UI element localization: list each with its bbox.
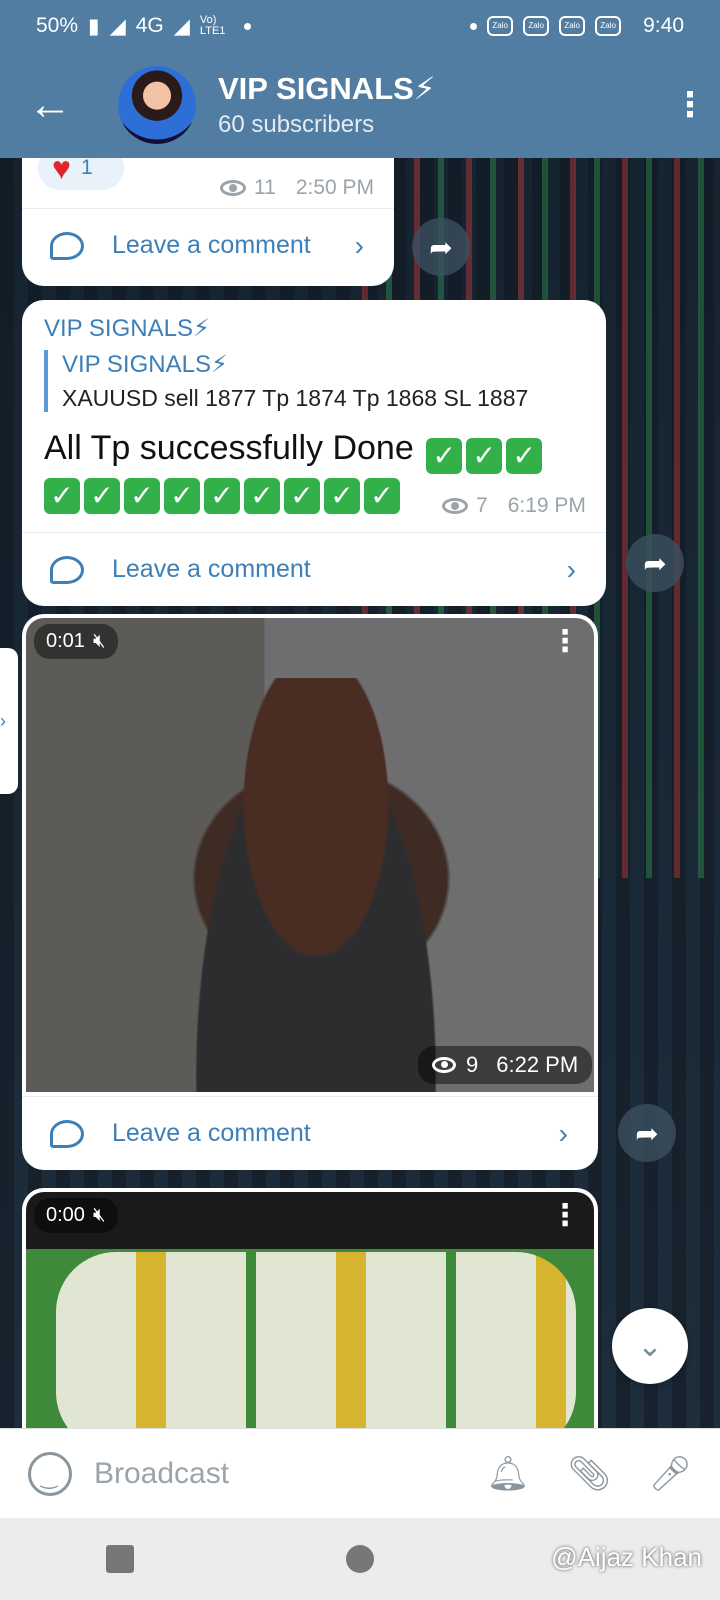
video-meta: 9 6:22 PM — [418, 1046, 593, 1084]
bell-icon[interactable]: 🔔︎ — [486, 1454, 529, 1494]
chevron-right-icon: › — [558, 1117, 568, 1149]
volte-label: Vo) LTE1 — [199, 14, 226, 37]
eye-icon — [432, 1057, 456, 1073]
side-panel-handle[interactable]: › — [0, 648, 18, 794]
reply-quote[interactable]: VIP SIGNALS⚡ XAUUSD sell 1877 Tp 1874 Tp… — [44, 350, 528, 412]
duration-label: 0:00 — [46, 1204, 85, 1226]
video-menu-icon[interactable]: ⋮ — [550, 624, 580, 659]
chat-area[interactable]: ♥ 1 11 2:50 PM Leave a comment › ➦ VIP S… — [0, 158, 720, 1428]
check-emoji-row-1: ✓ ✓ ✓ — [426, 438, 546, 474]
leave-comment-button[interactable]: Leave a comment › — [22, 1096, 598, 1170]
channel-title: VIP SIGNALS⚡ — [218, 71, 436, 106]
comment-label: Leave a comment — [112, 555, 311, 583]
message-meta: 7 6:19 PM — [442, 494, 586, 518]
muted-icon[interactable]: 🔇︎ — [93, 1204, 106, 1227]
heart-icon: ♥ — [52, 158, 71, 186]
share-icon[interactable]: ➦ — [618, 1104, 676, 1162]
chevron-right-icon: › — [566, 553, 576, 585]
clock: 9:40 — [643, 14, 684, 37]
message-input-bar: Broadcast 🔔︎ 📎︎ 🎤︎ — [0, 1428, 720, 1518]
microphone-icon[interactable]: 🎤︎ — [649, 1454, 692, 1494]
message-time: 6:19 PM — [507, 494, 586, 517]
leave-comment-button[interactable]: Leave a comment › — [22, 532, 606, 606]
comment-icon — [50, 1119, 84, 1148]
status-bar: 50% ▮ ◢ 4G ◢ Vo) LTE1 Zalo Zalo Zalo Zal… — [0, 0, 720, 52]
signal-icon: ◢ — [109, 14, 126, 38]
message-bubble[interactable]: ♥ 1 11 2:50 PM Leave a comment › — [22, 158, 394, 286]
video-message[interactable]: 0:00 🔇︎ ⋮ — [22, 1188, 598, 1428]
view-count: 9 — [466, 1052, 479, 1077]
more-options-icon[interactable]: ⋮ — [660, 52, 720, 158]
zalo-icon: Zalo — [523, 16, 550, 36]
network-type: 4G — [135, 14, 164, 37]
comment-icon — [50, 555, 84, 584]
comment-icon — [50, 231, 84, 260]
emoji-icon[interactable] — [28, 1451, 72, 1496]
attachment-icon[interactable]: 📎︎ — [568, 1454, 611, 1494]
quote-text: XAUUSD sell 1877 Tp 1874 Tp 1868 SL 1887 — [62, 385, 529, 411]
battery-icon: ▮ — [88, 14, 100, 38]
person-silhouette — [176, 678, 456, 1092]
share-icon[interactable]: ➦ — [412, 218, 470, 276]
boom-graphic — [56, 1252, 576, 1428]
leave-comment-button[interactable]: Leave a comment › — [22, 208, 394, 282]
video-menu-icon[interactable]: ⋮ — [550, 1198, 580, 1233]
sender-name: VIP SIGNALS⚡ — [44, 315, 210, 342]
video-message[interactable]: 0:01 🔇︎ ⋮ 9 6:22 PM Leave a comment › — [22, 614, 598, 1170]
message-text: All Tp successfully Done — [44, 429, 414, 467]
channel-avatar[interactable] — [118, 66, 196, 144]
watermark: @Aijaz Khan — [551, 1542, 702, 1572]
view-count: 11 — [254, 176, 276, 199]
battery-level: 50% — [36, 14, 79, 37]
chevron-right-icon: › — [354, 229, 364, 261]
notification-dot-2 — [470, 22, 478, 30]
message-meta: 11 2:50 PM — [220, 176, 374, 200]
eye-icon — [220, 180, 246, 196]
zalo-icon: Zalo — [559, 16, 586, 36]
back-arrow-icon[interactable]: ← — [0, 52, 100, 158]
video-thumbnail[interactable] — [26, 618, 594, 1092]
comment-label: Leave a comment — [112, 1119, 311, 1147]
comment-label: Leave a comment — [112, 231, 311, 259]
eye-icon — [442, 498, 468, 514]
view-count: 7 — [476, 494, 488, 517]
message-bubble[interactable]: VIP SIGNALS⚡ VIP SIGNALS⚡ XAUUSD sell 18… — [22, 300, 606, 606]
muted-icon[interactable]: 🔇︎ — [93, 630, 106, 653]
app-bar: ← VIP SIGNALS⚡ 60 subscribers ⋮ — [0, 52, 720, 158]
channel-info[interactable]: VIP SIGNALS⚡ 60 subscribers — [218, 71, 436, 139]
zalo-icon: Zalo — [487, 16, 514, 36]
signal-icon-2: ◢ — [173, 14, 190, 38]
recents-button[interactable] — [106, 1545, 134, 1573]
subscriber-count: 60 subscribers — [218, 111, 375, 138]
notification-dot — [243, 22, 251, 30]
reaction-count: 1 — [81, 158, 93, 179]
home-button[interactable] — [346, 1545, 374, 1573]
video-duration: 0:00 🔇︎ — [34, 1198, 118, 1233]
zalo-icon: Zalo — [595, 16, 622, 36]
message-time: 2:50 PM — [295, 176, 375, 199]
reaction-heart[interactable]: ♥ 1 — [38, 158, 124, 190]
scroll-down-button[interactable]: ⌄ — [612, 1308, 688, 1384]
message-time: 6:22 PM — [496, 1052, 579, 1077]
video-duration: 0:01 🔇︎ — [34, 624, 118, 659]
duration-label: 0:01 — [46, 630, 85, 652]
share-icon[interactable]: ➦ — [626, 534, 684, 592]
quote-sender: VIP SIGNALS⚡ — [62, 351, 228, 378]
broadcast-input[interactable]: Broadcast — [94, 1457, 229, 1491]
